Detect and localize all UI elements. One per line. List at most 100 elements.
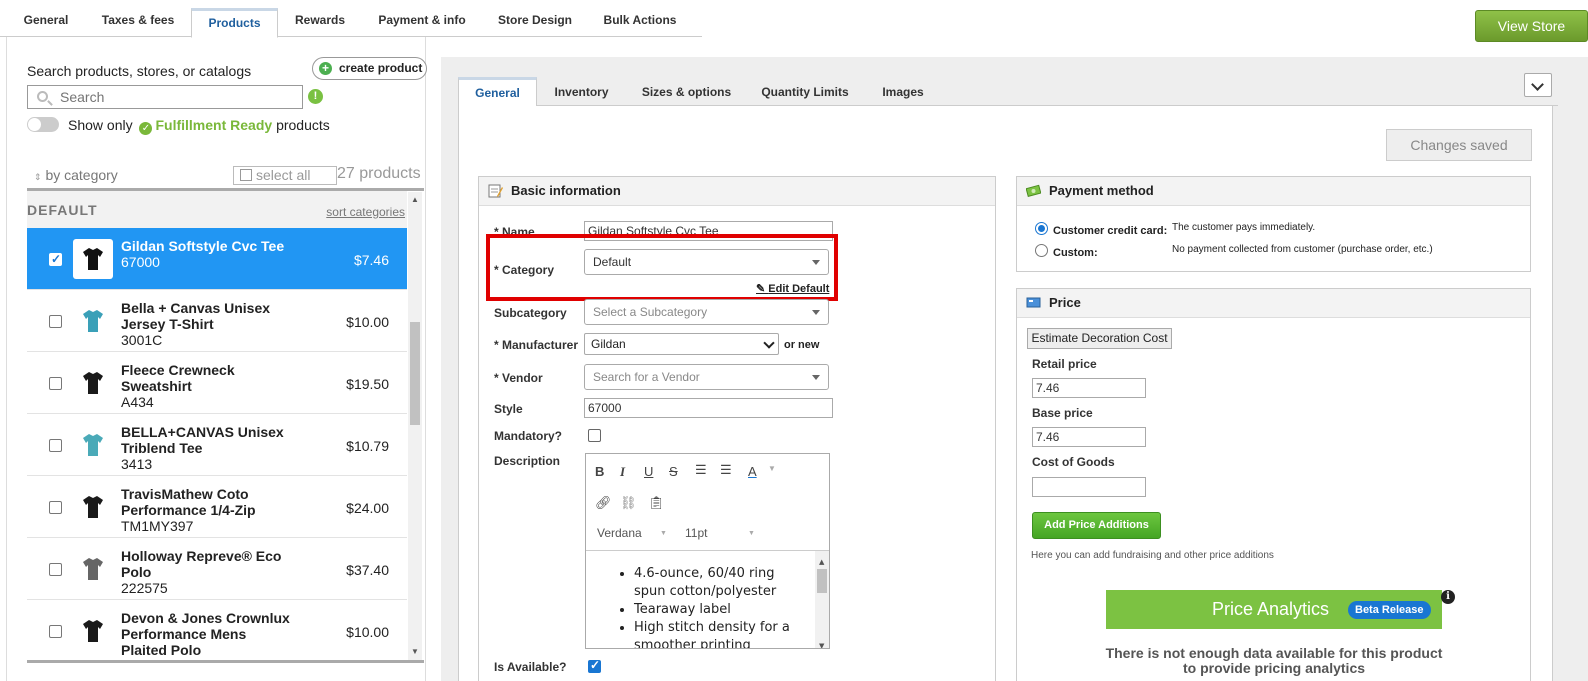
- edit-default-link[interactable]: ✎ Edit Default: [756, 282, 829, 295]
- fulfillment-ready-text: Fulfillment Ready: [155, 117, 273, 133]
- scroll-thumb[interactable]: [817, 569, 827, 593]
- view-store-button[interactable]: View Store: [1475, 10, 1588, 42]
- tab-general[interactable]: General: [458, 77, 537, 107]
- text-color-icon[interactable]: A: [748, 464, 757, 479]
- product-row[interactable]: BELLA+CANVAS Unisex Triblend Tee 3413 $10.…: [27, 414, 407, 476]
- product-thumbnail: [73, 549, 113, 589]
- bullet-list-icon[interactable]: ☰: [695, 462, 707, 478]
- numbered-list-icon[interactable]: ☰: [720, 462, 732, 478]
- sort-categories-link[interactable]: sort categories: [326, 205, 405, 219]
- changes-saved-button[interactable]: Changes saved: [1386, 129, 1532, 161]
- font-size-dropdown-icon[interactable]: ▼: [748, 530, 755, 537]
- unlink-icon[interactable]: ⛓︎: [620, 495, 637, 511]
- font-name-dropdown-icon[interactable]: ▼: [660, 530, 667, 537]
- create-product-label: create product: [339, 61, 423, 75]
- customer-credit-card-radio[interactable]: [1035, 222, 1048, 235]
- description-content[interactable]: 4.6-ounce, 60/40 ring spun cotton/polyes…: [586, 550, 829, 648]
- tab-sizes-options[interactable]: Sizes & options: [634, 77, 739, 106]
- tab-inventory[interactable]: Inventory: [544, 77, 619, 106]
- font-size-select[interactable]: 11pt: [685, 526, 707, 540]
- product-title: Gildan Softstyle Cvc Tee: [121, 238, 285, 254]
- beta-release-badge: Beta Release: [1348, 601, 1431, 619]
- subcategory-select[interactable]: Select a Subcategory: [584, 299, 829, 325]
- editor-scrollbar[interactable]: ▲ ▼: [815, 551, 829, 648]
- product-checkbox[interactable]: [49, 563, 62, 576]
- search-input[interactable]: [60, 89, 290, 105]
- link-icon[interactable]: 🔗︎: [595, 495, 612, 511]
- scroll-down-icon[interactable]: ▼: [411, 647, 419, 656]
- text-color-dropdown-icon[interactable]: ▼: [768, 464, 776, 473]
- top-tab-bar: General Taxes & fees Products Rewards Pa…: [0, 0, 702, 38]
- fulfillment-toggle[interactable]: [27, 117, 59, 132]
- product-tab-bar: General Inventory Sizes & options Quanti…: [458, 75, 1558, 107]
- info-icon[interactable]: i: [1441, 590, 1455, 604]
- product-checkbox[interactable]: [49, 501, 62, 514]
- payment-method-title: Payment method: [1049, 183, 1154, 198]
- description-editor[interactable]: B I U S ☰ ☰ A ▼ 🔗︎ ⛓︎ 📋︎ Verdana ▼ 11pt …: [585, 453, 830, 649]
- product-row[interactable]: Bella + Canvas Unisex Jersey T-Shirt 3001…: [27, 290, 407, 352]
- product-row[interactable]: Devon & Jones Crownlux Performance Mens …: [27, 600, 407, 660]
- top-tab-store-design[interactable]: Store Design: [489, 8, 581, 37]
- manufacturer-select[interactable]: Gildan: [584, 333, 779, 355]
- top-tab-products[interactable]: Products: [191, 8, 278, 38]
- product-thumbnail: [73, 611, 113, 651]
- product-list: DEFAULT sort categories Gildan Softstyle…: [27, 188, 424, 663]
- top-tab-rewards[interactable]: Rewards: [286, 8, 354, 37]
- info-icon[interactable]: !: [308, 89, 323, 104]
- scroll-up-icon[interactable]: ▲: [411, 195, 419, 204]
- add-price-additions-button[interactable]: Add Price Additions: [1032, 512, 1161, 539]
- top-tab-bulk-actions[interactable]: Bulk Actions: [596, 8, 684, 37]
- estimate-decoration-cost-button[interactable]: Estimate Decoration Cost: [1027, 328, 1172, 349]
- top-tab-taxes-fees[interactable]: Taxes & fees: [92, 8, 184, 37]
- product-code: 3413: [121, 456, 153, 472]
- retail-price-input[interactable]: [1032, 378, 1146, 398]
- create-product-button[interactable]: + create product: [312, 57, 427, 80]
- custom-payment-radio[interactable]: [1035, 244, 1048, 257]
- product-row[interactable]: Fleece Crewneck Sweatshirt A434 $19.50: [27, 352, 407, 414]
- underline-icon[interactable]: U: [644, 464, 653, 479]
- sort-arrows-icon: ⇕: [34, 172, 42, 182]
- search-box[interactable]: [27, 85, 303, 109]
- notepad-icon: [488, 184, 503, 198]
- category-header-label: DEFAULT: [27, 202, 98, 218]
- is-available-checkbox[interactable]: [588, 658, 601, 673]
- or-new-link[interactable]: or new: [784, 339, 819, 351]
- tab-images[interactable]: Images: [872, 77, 934, 106]
- product-checkbox[interactable]: [49, 315, 62, 328]
- product-name: Gildan Softstyle Cvc Tee 67000: [121, 238, 296, 270]
- product-name: Devon & Jones Crownlux Performance Mens …: [121, 610, 296, 660]
- paste-icon[interactable]: 📋︎: [648, 495, 665, 511]
- show-only-suffix: products: [276, 117, 330, 133]
- scroll-down-icon[interactable]: ▼: [819, 637, 824, 648]
- product-row[interactable]: Gildan Softstyle Cvc Tee67000 $7.46: [27, 228, 407, 290]
- shirt-icon: [83, 620, 103, 642]
- top-tab-general[interactable]: General: [14, 8, 78, 37]
- sort-by-category[interactable]: ⇕ by category: [34, 167, 118, 183]
- product-checkbox[interactable]: [49, 439, 62, 452]
- base-price-input[interactable]: [1032, 427, 1146, 447]
- product-row[interactable]: TravisMathew Coto Performance 1/4-Zip TM1…: [27, 476, 407, 538]
- vendor-select[interactable]: Search for a Vendor: [584, 364, 829, 390]
- strikethrough-icon[interactable]: S: [669, 464, 678, 479]
- top-tab-payment-info[interactable]: Payment & info: [370, 8, 474, 37]
- collapse-button[interactable]: [1524, 73, 1552, 97]
- product-list-scrollbar[interactable]: ▲ ▼: [408, 192, 422, 660]
- product-checkbox[interactable]: [49, 252, 62, 266]
- italic-icon[interactable]: I: [620, 464, 625, 480]
- shirt-icon: [83, 434, 103, 456]
- product-row[interactable]: Holloway Repreve® Eco Polo 222575 $37.40: [27, 538, 407, 600]
- style-input[interactable]: [584, 398, 833, 418]
- check-circle-icon: ✓: [139, 122, 153, 135]
- product-checkbox[interactable]: [49, 625, 62, 638]
- bold-icon[interactable]: B: [595, 464, 604, 479]
- category-header: DEFAULT sort categories: [27, 191, 407, 228]
- cost-of-goods-input[interactable]: [1032, 477, 1146, 497]
- font-name-select[interactable]: Verdana: [597, 526, 642, 540]
- product-checkbox[interactable]: [49, 377, 62, 390]
- edit-default-label: Edit Default: [768, 283, 830, 295]
- mandatory-checkbox[interactable]: [588, 429, 601, 442]
- scroll-thumb[interactable]: [410, 322, 420, 425]
- tab-quantity-limits[interactable]: Quantity Limits: [755, 77, 855, 106]
- search-label: Search products, stores, or catalogs: [27, 63, 252, 79]
- select-all-button[interactable]: select all: [233, 166, 337, 185]
